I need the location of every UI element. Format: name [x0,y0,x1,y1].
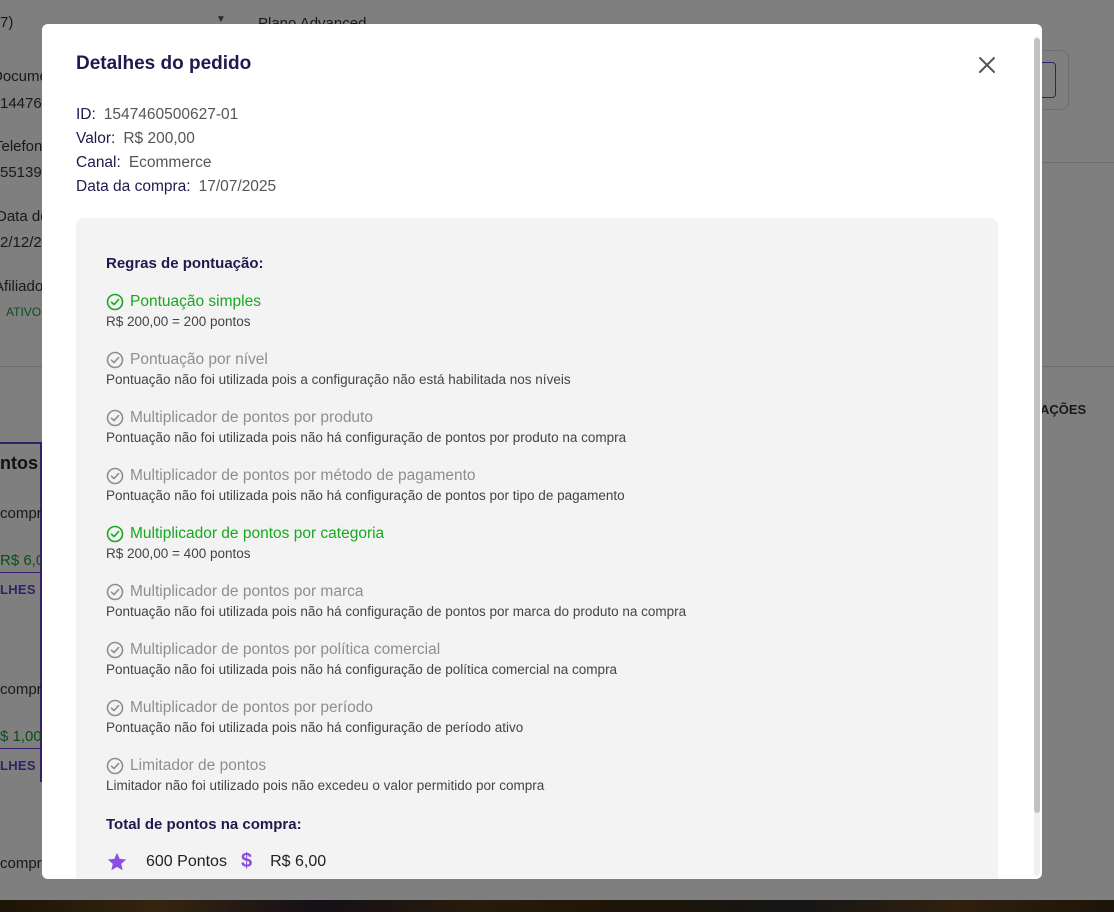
rule-name: Multiplicador de pontos por política com… [130,641,441,658]
rule-header: Multiplicador de pontos por categoria [106,524,966,544]
rule-header: Multiplicador de pontos por método de pa… [106,466,966,486]
rule-header: Multiplicador de pontos por marca [106,582,966,602]
rule-description: Pontuação não foi utilizada pois a confi… [106,372,571,387]
info-valor: Valor: R$ 200,00 [76,130,195,148]
order-details-modal: Detalhes do pedido ID: 1547460500627-01 V… [42,24,1042,879]
rule-name: Pontuação simples [130,293,261,310]
check-circle-icon [106,757,124,775]
rule-pontuacao-simples: Pontuação simples R$ 200,00 = 200 pontos [106,292,966,329]
rule-pontuacao-por-nivel: Pontuação por nível Pontuação não foi uti… [106,350,966,387]
close-button[interactable] [976,54,998,76]
rule-multiplicador-de-pontos-por-produto: Multiplicador de pontos por produto Pontu… [106,408,966,445]
info-value: R$ 200,00 [123,130,195,147]
scoring-rules-panel: Regras de pontuação: Pontuação simples R$… [76,218,998,879]
rule-name: Limitador de pontos [130,757,267,774]
check-circle-icon [106,583,124,601]
info-canal: Canal: Ecommerce [76,154,212,172]
rule-description: R$ 200,00 = 400 pontos [106,546,251,561]
rule-multiplicador-de-pontos-por-marca: Multiplicador de pontos por marca Pontuaç… [106,582,966,619]
rule-header: Pontuação simples [106,292,966,312]
total-points: 600 Pontos [146,852,227,870]
check-circle-icon [106,293,124,311]
total-title: Total de pontos na compra: [106,816,302,833]
rule-header: Pontuação por nível [106,350,966,370]
info-id: ID: 1547460500627-01 [76,106,238,124]
rule-header: Multiplicador de pontos por política com… [106,640,966,660]
rule-description: Pontuação não foi utilizada pois não há … [106,720,524,735]
rule-name: Multiplicador de pontos por produto [130,409,373,426]
scrollbar-thumb[interactable] [1034,38,1040,813]
rule-description: Pontuação não foi utilizada pois não há … [106,488,625,503]
rule-limitador-de-pontos: Limitador de pontos Limitador não foi uti… [106,756,966,793]
rule-description: Limitador não foi utilizado pois não exc… [106,778,545,793]
rule-header: Multiplicador de pontos por período [106,698,966,718]
rules-title: Regras de pontuação: [106,255,264,272]
rule-name: Multiplicador de pontos por método de pa… [130,467,476,484]
info-label: ID: [76,106,96,123]
total-summary: 600 Pontos $ R$ 6,00 [106,850,326,873]
modal-scrollbar[interactable] [1031,28,1041,878]
rule-name: Multiplicador de pontos por marca [130,583,364,600]
rule-multiplicador-de-pontos-por-categoria: Multiplicador de pontos por categoria R$ … [106,524,966,561]
info-data-compra: Data da compra: 17/07/2025 [76,178,276,196]
rule-header: Limitador de pontos [106,756,966,776]
info-label: Valor: [76,130,116,147]
star-icon [107,852,127,870]
check-circle-icon [106,467,124,485]
rule-name: Pontuação por nível [130,351,268,368]
dollar-icon: $ [240,850,253,872]
rule-multiplicador-de-pontos-por-metodo-de-pagamento: Multiplicador de pontos por método de pa… [106,466,966,503]
check-circle-icon [106,409,124,427]
modal-title: Detalhes do pedido [76,53,252,74]
rule-description: Pontuação não foi utilizada pois não há … [106,604,687,619]
close-icon [979,57,995,73]
info-label: Canal: [76,154,121,171]
info-label: Data da compra: [76,178,191,195]
rule-name: Multiplicador de pontos por categoria [130,525,385,542]
rule-multiplicador-de-pontos-por-politica-comercial: Multiplicador de pontos por política com… [106,640,966,677]
rule-description: R$ 200,00 = 200 pontos [106,314,251,329]
rule-description: Pontuação não foi utilizada pois não há … [106,662,618,677]
check-circle-icon [106,351,124,369]
rule-name: Multiplicador de pontos por período [130,699,373,716]
total-cashback: R$ 6,00 [270,852,327,870]
info-value: Ecommerce [128,154,212,171]
check-circle-icon [106,525,124,543]
rule-multiplicador-de-pontos-por-periodo: Multiplicador de pontos por período Pontu… [106,698,966,735]
info-value: 17/07/2025 [198,178,277,195]
check-circle-icon [106,641,124,659]
rule-description: Pontuação não foi utilizada pois não há … [106,430,627,445]
check-circle-icon [106,699,124,717]
info-value: 1547460500627-01 [103,106,239,123]
rule-header: Multiplicador de pontos por produto [106,408,966,428]
